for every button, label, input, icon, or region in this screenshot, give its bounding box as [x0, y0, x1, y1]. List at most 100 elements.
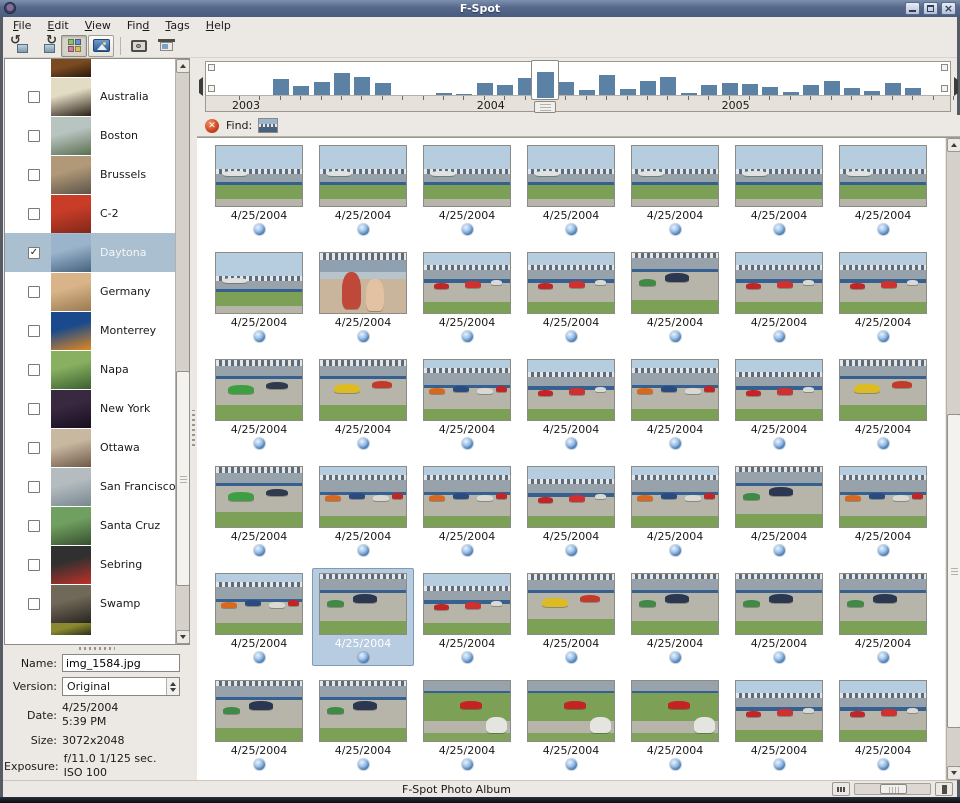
menu-tags[interactable]: Tags: [157, 18, 197, 33]
info-panel-splitter[interactable]: [4, 645, 190, 652]
photo-cell-box[interactable]: 4/25/2004: [312, 461, 414, 559]
photo-thumbnail[interactable]: [527, 680, 615, 742]
photo-thumbnail[interactable]: [423, 466, 511, 528]
photo-thumbnail[interactable]: [839, 466, 927, 528]
scroll-up-button[interactable]: [947, 138, 960, 152]
photo-cell-box[interactable]: 4/25/2004: [728, 247, 830, 345]
timeline-bar[interactable]: [824, 81, 840, 95]
photo-cell-box[interactable]: 4/25/2004: [208, 461, 310, 559]
photo-cell-box[interactable]: 4/25/2004: [416, 140, 518, 238]
tag-checkbox[interactable]: ✓: [28, 247, 40, 259]
photo-thumbnail[interactable]: [319, 466, 407, 528]
photo-cell[interactable]: 4/25/2004: [207, 247, 311, 354]
photo-thumbnail[interactable]: [839, 680, 927, 742]
photo-cell-box[interactable]: 4/25/2004: [728, 568, 830, 666]
tag-row-boston[interactable]: Boston: [5, 116, 176, 155]
photo-cell-box[interactable]: 4/25/2004: [624, 675, 726, 773]
tag-row-daytona[interactable]: ✓Daytona: [5, 233, 176, 272]
tag-row-australia[interactable]: Australia: [5, 77, 176, 116]
photo-thumbnail[interactable]: [527, 466, 615, 528]
tag-checkbox[interactable]: [28, 130, 40, 142]
photo-cell-box[interactable]: 4/25/2004: [312, 354, 414, 452]
name-input[interactable]: [62, 654, 180, 672]
version-combobox[interactable]: Original: [62, 677, 180, 696]
photo-thumbnail[interactable]: [735, 252, 823, 314]
photo-thumbnail[interactable]: [527, 573, 615, 635]
timeline-range-handle-left-bottom[interactable]: [208, 85, 215, 92]
photo-thumbnail[interactable]: [631, 466, 719, 528]
photo-cell-box[interactable]: 4/25/2004: [520, 675, 622, 773]
thumbnail-size-large-button[interactable]: [935, 782, 953, 796]
photo-cell-box[interactable]: 4/25/2004: [520, 461, 622, 559]
timeline-bar[interactable]: [660, 77, 676, 95]
photo-cell[interactable]: 4/25/2004: [831, 675, 935, 780]
photo-thumbnail[interactable]: [735, 359, 823, 421]
photo-thumbnail[interactable]: [839, 145, 927, 207]
photo-cell[interactable]: 4/25/2004: [519, 568, 623, 675]
photo-cell-box[interactable]: 4/25/2004: [832, 675, 934, 773]
photo-thumbnail[interactable]: [215, 252, 303, 314]
tag-row-santa-cruz[interactable]: Santa Cruz: [5, 506, 176, 545]
photo-cell[interactable]: 4/25/2004: [623, 568, 727, 675]
photo-cell[interactable]: 4/25/2004: [831, 140, 935, 247]
photo-cell[interactable]: 4/25/2004: [727, 247, 831, 354]
photo-cell-box[interactable]: 4/25/2004: [208, 675, 310, 773]
timeline-bar[interactable]: [354, 77, 370, 95]
tag-checkbox[interactable]: [28, 169, 40, 181]
browse-button[interactable]: [61, 35, 87, 57]
photo-cell[interactable]: 4/25/2004: [727, 568, 831, 675]
photo-thumbnail[interactable]: [215, 466, 303, 528]
tag-row-ottawa[interactable]: Ottawa: [5, 428, 176, 467]
photo-cell[interactable]: 4/25/2004: [831, 568, 935, 675]
photo-cell[interactable]: 4/25/2004: [311, 675, 415, 780]
maximize-button[interactable]: [923, 2, 938, 15]
photo-cell[interactable]: 4/25/2004: [519, 461, 623, 568]
timeline-bar[interactable]: [477, 83, 493, 95]
timeline-bar[interactable]: [558, 82, 574, 95]
find-tag-chip[interactable]: [258, 118, 278, 133]
photo-grid-scrollbar[interactable]: [946, 138, 960, 780]
rotate-left-button[interactable]: ↺: [7, 35, 33, 57]
version-stepper[interactable]: [166, 678, 179, 695]
photo-cell-box[interactable]: 4/25/2004: [832, 140, 934, 238]
photo-cell[interactable]: 4/25/2004: [727, 461, 831, 568]
photo-cell-box[interactable]: 4/25/2004: [832, 247, 934, 345]
photo-cell[interactable]: 4/25/2004: [519, 140, 623, 247]
photo-cell-box[interactable]: 4/25/2004: [728, 461, 830, 559]
photo-cell[interactable]: 4/25/2004: [623, 247, 727, 354]
timeline-bar[interactable]: [722, 83, 738, 95]
photo-cell[interactable]: 4/25/2004: [415, 140, 519, 247]
photo-thumbnail[interactable]: [215, 680, 303, 742]
photo-cell[interactable]: 4/25/2004: [415, 568, 519, 675]
photo-thumbnail[interactable]: [631, 680, 719, 742]
menu-file[interactable]: File: [5, 18, 39, 33]
tag-checkbox[interactable]: [28, 91, 40, 103]
tag-checkbox[interactable]: [28, 481, 40, 493]
photo-thumbnail[interactable]: [527, 145, 615, 207]
rotate-right-button[interactable]: ↻: [34, 35, 60, 57]
photo-cell[interactable]: 4/25/2004: [727, 354, 831, 461]
photo-cell-box[interactable]: 4/25/2004: [728, 354, 830, 452]
photo-cell-box[interactable]: 4/25/2004: [416, 461, 518, 559]
timeline-bar[interactable]: [885, 83, 901, 95]
timeline-bar[interactable]: [314, 82, 330, 95]
photo-cell[interactable]: 4/25/2004: [415, 461, 519, 568]
tag-checkbox[interactable]: [28, 364, 40, 376]
photo-cell-box[interactable]: 4/25/2004: [624, 140, 726, 238]
photo-thumbnail[interactable]: [839, 359, 927, 421]
tag-row-c-2[interactable]: C-2: [5, 194, 176, 233]
photo-thumbnail[interactable]: [215, 145, 303, 207]
photo-cell[interactable]: 4/25/2004: [207, 461, 311, 568]
photo-cell-box[interactable]: 4/25/2004: [832, 461, 934, 559]
photo-thumbnail[interactable]: [527, 359, 615, 421]
photo-thumbnail[interactable]: [319, 145, 407, 207]
photo-thumbnail[interactable]: [527, 252, 615, 314]
photo-cell-box[interactable]: 4/25/2004: [832, 568, 934, 666]
photo-cell[interactable]: 4/25/2004: [519, 354, 623, 461]
timeline-bar[interactable]: [334, 73, 350, 95]
timeline-bar[interactable]: [599, 75, 615, 95]
photo-cell[interactable]: 4/25/2004: [207, 675, 311, 780]
photo-cell-box[interactable]: 4/25/2004: [208, 140, 310, 238]
photo-thumbnail[interactable]: [319, 359, 407, 421]
photo-thumbnail[interactable]: [319, 252, 407, 314]
